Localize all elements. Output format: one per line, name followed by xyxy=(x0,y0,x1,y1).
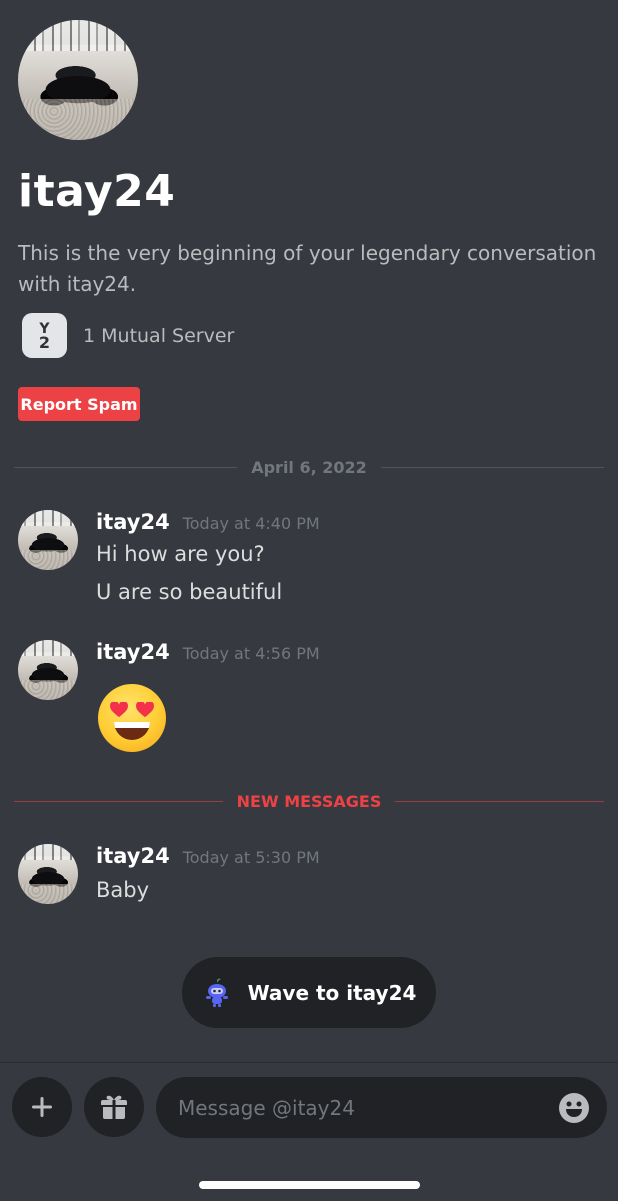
home-indicator[interactable] xyxy=(199,1181,420,1189)
server-icon: Y 2 xyxy=(22,313,67,358)
avatar[interactable] xyxy=(18,510,78,570)
heart-icon xyxy=(136,702,154,718)
dm-screen: itay24 This is the very beginning of you… xyxy=(0,0,618,1201)
new-messages-label: NEW MESSAGES xyxy=(236,792,382,811)
message-author[interactable]: itay24 xyxy=(96,510,170,534)
wumpus-robot-icon xyxy=(205,978,228,1007)
divider-line xyxy=(14,467,238,468)
message-text[interactable]: U are so beautiful xyxy=(96,580,282,604)
message-input[interactable] xyxy=(156,1077,607,1138)
profile-username: itay24 xyxy=(18,166,176,217)
profile-avatar[interactable] xyxy=(18,20,138,140)
date-divider: April 6, 2022 xyxy=(14,458,605,477)
message-author[interactable]: itay24 xyxy=(96,640,170,664)
message-text[interactable]: Baby xyxy=(96,878,149,902)
divider-line xyxy=(14,801,223,802)
message-list[interactable]: itay24 This is the very beginning of you… xyxy=(0,0,618,1062)
gift-icon xyxy=(101,1095,127,1119)
add-attachment-button[interactable] xyxy=(12,1077,72,1137)
heart-eyes-emoji-icon[interactable] xyxy=(98,684,166,752)
avatar[interactable] xyxy=(18,844,78,904)
emoji-picker-button[interactable] xyxy=(558,1092,590,1124)
message-group[interactable]: itay24 Today at 5:30 PM Baby xyxy=(18,844,608,906)
message-header: itay24 Today at 4:56 PM xyxy=(96,640,320,664)
new-messages-divider: NEW MESSAGES xyxy=(14,792,604,811)
message-timestamp: Today at 4:40 PM xyxy=(182,514,320,533)
emoji-icon xyxy=(559,1093,589,1123)
gift-button[interactable] xyxy=(84,1077,144,1137)
wave-button-label: Wave to itay24 xyxy=(247,980,417,1005)
emoji-mouth xyxy=(114,722,150,740)
mutual-servers[interactable]: Y 2 1 Mutual Server xyxy=(22,313,234,358)
report-spam-button[interactable]: Report Spam xyxy=(18,387,140,421)
heart-icon xyxy=(110,702,128,718)
message-timestamp: Today at 4:56 PM xyxy=(182,644,320,663)
plus-icon xyxy=(32,1097,52,1117)
server-icon-number: 2 xyxy=(38,332,51,352)
message-author[interactable]: itay24 xyxy=(96,844,170,868)
message-header: itay24 Today at 5:30 PM xyxy=(96,844,320,868)
date-divider-label: April 6, 2022 xyxy=(251,458,367,477)
wave-button[interactable]: Wave to itay24 xyxy=(182,957,436,1028)
message-group[interactable]: itay24 Today at 4:56 PM xyxy=(18,640,608,760)
conversation-intro: This is the very beginning of your legen… xyxy=(18,241,597,296)
divider-line xyxy=(395,801,604,802)
avatar[interactable] xyxy=(18,640,78,700)
message-timestamp: Today at 5:30 PM xyxy=(182,848,320,867)
divider-line xyxy=(380,467,605,468)
message-text[interactable]: Hi how are you? xyxy=(96,542,265,566)
message-header: itay24 Today at 4:40 PM xyxy=(96,510,320,534)
message-group[interactable]: itay24 Today at 4:40 PM Hi how are you? … xyxy=(18,510,608,610)
mutual-servers-label: 1 Mutual Server xyxy=(83,324,235,347)
